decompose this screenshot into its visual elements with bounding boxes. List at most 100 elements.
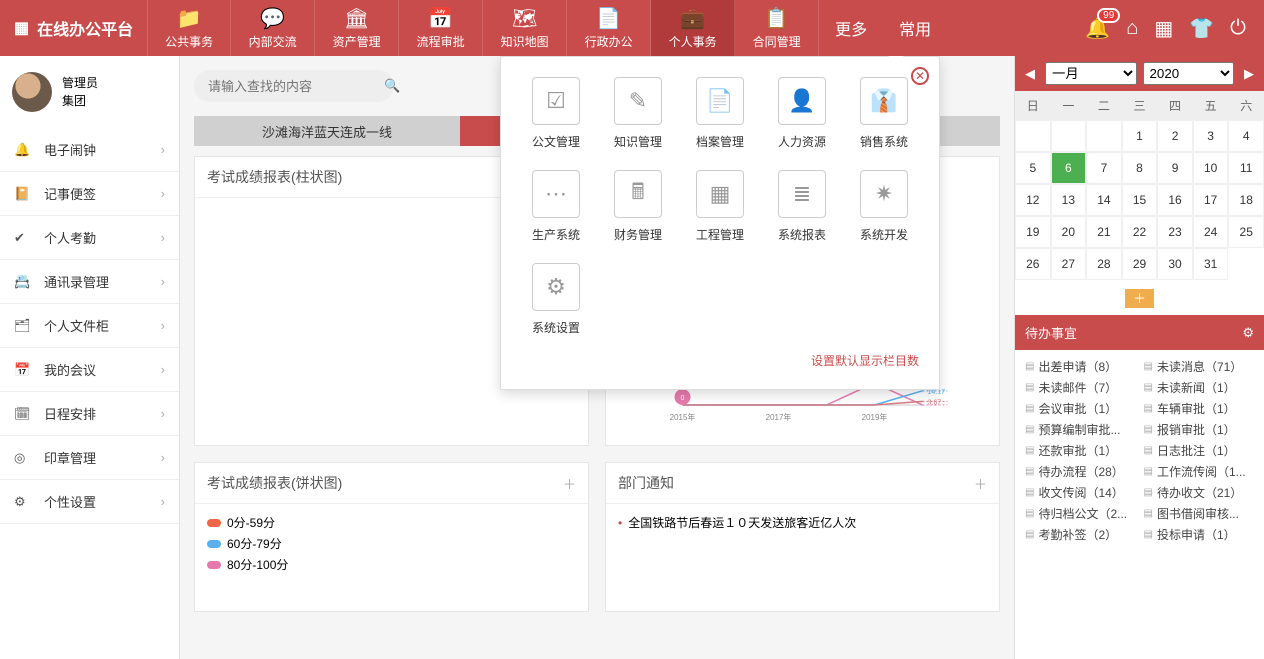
cal-day[interactable]: 14 bbox=[1086, 184, 1122, 216]
sidebar-item[interactable]: ✔个人考勤› bbox=[0, 216, 179, 260]
search-input[interactable] bbox=[208, 79, 384, 94]
nav-more[interactable]: 更多 bbox=[819, 16, 883, 40]
dropdown-item[interactable]: 📄档案管理 bbox=[685, 77, 755, 150]
cal-day[interactable]: 16 bbox=[1157, 184, 1193, 216]
cal-day[interactable]: 10 bbox=[1193, 152, 1229, 184]
cal-add-button[interactable]: ＋ bbox=[1125, 289, 1154, 308]
cal-prev-icon[interactable]: ◀ bbox=[1021, 66, 1039, 82]
cal-day[interactable]: 3 bbox=[1193, 120, 1229, 152]
dropdown-footer-link[interactable]: 设置默认显示栏目数 bbox=[521, 352, 919, 369]
dropdown-item[interactable]: ⚙系统设置 bbox=[521, 263, 591, 336]
sidebar-item[interactable]: ⚙个性设置› bbox=[0, 480, 179, 524]
nav-item[interactable]: 📋合同管理 bbox=[735, 0, 819, 56]
nav-item[interactable]: 📁公共事务 bbox=[147, 0, 231, 56]
todo-item[interactable]: 还款审批（1） bbox=[1025, 442, 1136, 459]
cal-day[interactable]: 26 bbox=[1015, 248, 1051, 280]
todo-item[interactable]: 未读消息（71） bbox=[1144, 358, 1255, 375]
nav-item[interactable]: 🏛资产管理 bbox=[315, 0, 399, 56]
nav-item[interactable]: 🗺知识地图 bbox=[483, 0, 567, 56]
cal-day[interactable]: 30 bbox=[1157, 248, 1193, 280]
close-icon[interactable]: ✕ bbox=[911, 67, 929, 85]
todo-item[interactable]: 未读新闻（1） bbox=[1144, 379, 1255, 396]
cal-day[interactable]: 4 bbox=[1228, 120, 1264, 152]
cal-day[interactable]: 6 bbox=[1051, 152, 1087, 184]
sidebar-item[interactable]: 🗂个人文件柜› bbox=[0, 304, 179, 348]
cal-day[interactable]: 20 bbox=[1051, 216, 1087, 248]
sidebar-item[interactable]: 📅我的会议› bbox=[0, 348, 179, 392]
apps-icon[interactable]: ▦ bbox=[1154, 16, 1173, 41]
cal-day[interactable]: 19 bbox=[1015, 216, 1051, 248]
todo-item[interactable]: 会议审批（1） bbox=[1025, 400, 1136, 417]
todo-item[interactable]: 收文传阅（14） bbox=[1025, 484, 1136, 501]
todo-item[interactable]: 图书借阅审核... bbox=[1144, 505, 1255, 522]
home-icon[interactable]: ⌂ bbox=[1126, 17, 1138, 40]
month-select[interactable]: 一月 bbox=[1045, 62, 1137, 85]
dropdown-item[interactable]: 🖩财务管理 bbox=[603, 170, 673, 243]
todo-item[interactable]: 工作流传阅（1... bbox=[1144, 463, 1255, 480]
todo-item[interactable]: 投标申请（1） bbox=[1144, 526, 1255, 543]
nav-item[interactable]: 💼个人事务 bbox=[651, 0, 735, 56]
cal-day[interactable]: 7 bbox=[1086, 152, 1122, 184]
todo-item[interactable]: 日志批注（1） bbox=[1144, 442, 1255, 459]
sidebar-item[interactable]: 🗓日程安排› bbox=[0, 392, 179, 436]
dropdown-item[interactable]: ✷系统开发 bbox=[849, 170, 919, 243]
dropdown-item[interactable]: ⋯生产系统 bbox=[521, 170, 591, 243]
todo-item[interactable]: 预算编制审批... bbox=[1025, 421, 1136, 438]
todo-item[interactable]: 车辆审批（1） bbox=[1144, 400, 1255, 417]
plus-icon[interactable]: ＋ bbox=[563, 474, 576, 493]
sidebar-item[interactable]: ◎印章管理› bbox=[0, 436, 179, 480]
cal-day[interactable]: 23 bbox=[1157, 216, 1193, 248]
cal-day[interactable]: 28 bbox=[1086, 248, 1122, 280]
gear-icon[interactable]: ⚙ bbox=[1242, 325, 1254, 341]
cal-day[interactable]: 24 bbox=[1193, 216, 1229, 248]
shirt-icon[interactable]: 👕 bbox=[1189, 16, 1214, 41]
cal-day[interactable]: 11 bbox=[1228, 152, 1264, 184]
cal-day[interactable]: 1 bbox=[1122, 120, 1158, 152]
cal-day[interactable]: 8 bbox=[1122, 152, 1158, 184]
cal-day[interactable]: 22 bbox=[1122, 216, 1158, 248]
avatar[interactable] bbox=[12, 72, 52, 112]
cal-next-icon[interactable]: ▶ bbox=[1240, 66, 1258, 82]
cal-day[interactable]: 18 bbox=[1228, 184, 1264, 216]
cal-day[interactable]: 15 bbox=[1122, 184, 1158, 216]
todo-item[interactable]: 待办收文（21） bbox=[1144, 484, 1255, 501]
nav-item[interactable]: 💬内部交流 bbox=[231, 0, 315, 56]
cal-day[interactable]: 17 bbox=[1193, 184, 1229, 216]
cal-day[interactable]: 5 bbox=[1015, 152, 1051, 184]
todo-item[interactable]: 报销审批（1） bbox=[1144, 421, 1255, 438]
cal-day[interactable]: 12 bbox=[1015, 184, 1051, 216]
year-select[interactable]: 2020 bbox=[1143, 62, 1235, 85]
search-box[interactable]: 🔍 bbox=[194, 70, 394, 102]
dropdown-item[interactable]: ☑公文管理 bbox=[521, 77, 591, 150]
dropdown-item[interactable]: ▦工程管理 bbox=[685, 170, 755, 243]
todo-item[interactable]: 待办流程（28） bbox=[1025, 463, 1136, 480]
bell-icon[interactable]: 🔔99 bbox=[1085, 16, 1110, 41]
dropdown-item[interactable]: ✎知识管理 bbox=[603, 77, 673, 150]
nav-item[interactable]: 📅流程审批 bbox=[399, 0, 483, 56]
cal-day[interactable]: 21 bbox=[1086, 216, 1122, 248]
todo-item[interactable]: 未读邮件（7） bbox=[1025, 379, 1136, 396]
todo-item[interactable]: 考勤补签（2） bbox=[1025, 526, 1136, 543]
dropdown-item[interactable]: 👔销售系统 bbox=[849, 77, 919, 150]
cal-day[interactable]: 2 bbox=[1157, 120, 1193, 152]
notice-item[interactable]: 全国铁路节后春运１０天发送旅客近亿人次 bbox=[618, 514, 987, 531]
plus-icon[interactable]: ＋ bbox=[974, 474, 987, 493]
dropdown-item[interactable]: 👤人力资源 bbox=[767, 77, 837, 150]
dropdown-item-icon: ☑ bbox=[532, 77, 580, 125]
search-icon[interactable]: 🔍 bbox=[384, 78, 400, 94]
todo-item[interactable]: 待归档公文（2... bbox=[1025, 505, 1136, 522]
cal-day[interactable]: 31 bbox=[1193, 248, 1229, 280]
nav-item[interactable]: 📄行政办公 bbox=[567, 0, 651, 56]
nav-fav[interactable]: 常用 bbox=[883, 16, 947, 40]
sidebar-item[interactable]: 🔔电子闹钟› bbox=[0, 128, 179, 172]
cal-day[interactable]: 9 bbox=[1157, 152, 1193, 184]
cal-day[interactable]: 29 bbox=[1122, 248, 1158, 280]
dropdown-item[interactable]: ≣系统报表 bbox=[767, 170, 837, 243]
cal-day[interactable]: 27 bbox=[1051, 248, 1087, 280]
power-icon[interactable]: ⏻ bbox=[1230, 17, 1246, 40]
cal-day[interactable]: 25 bbox=[1228, 216, 1264, 248]
cal-day[interactable]: 13 bbox=[1051, 184, 1087, 216]
todo-item[interactable]: 出差申请（8） bbox=[1025, 358, 1136, 375]
sidebar-item[interactable]: 📇通讯录管理› bbox=[0, 260, 179, 304]
sidebar-item[interactable]: 📔记事便签› bbox=[0, 172, 179, 216]
